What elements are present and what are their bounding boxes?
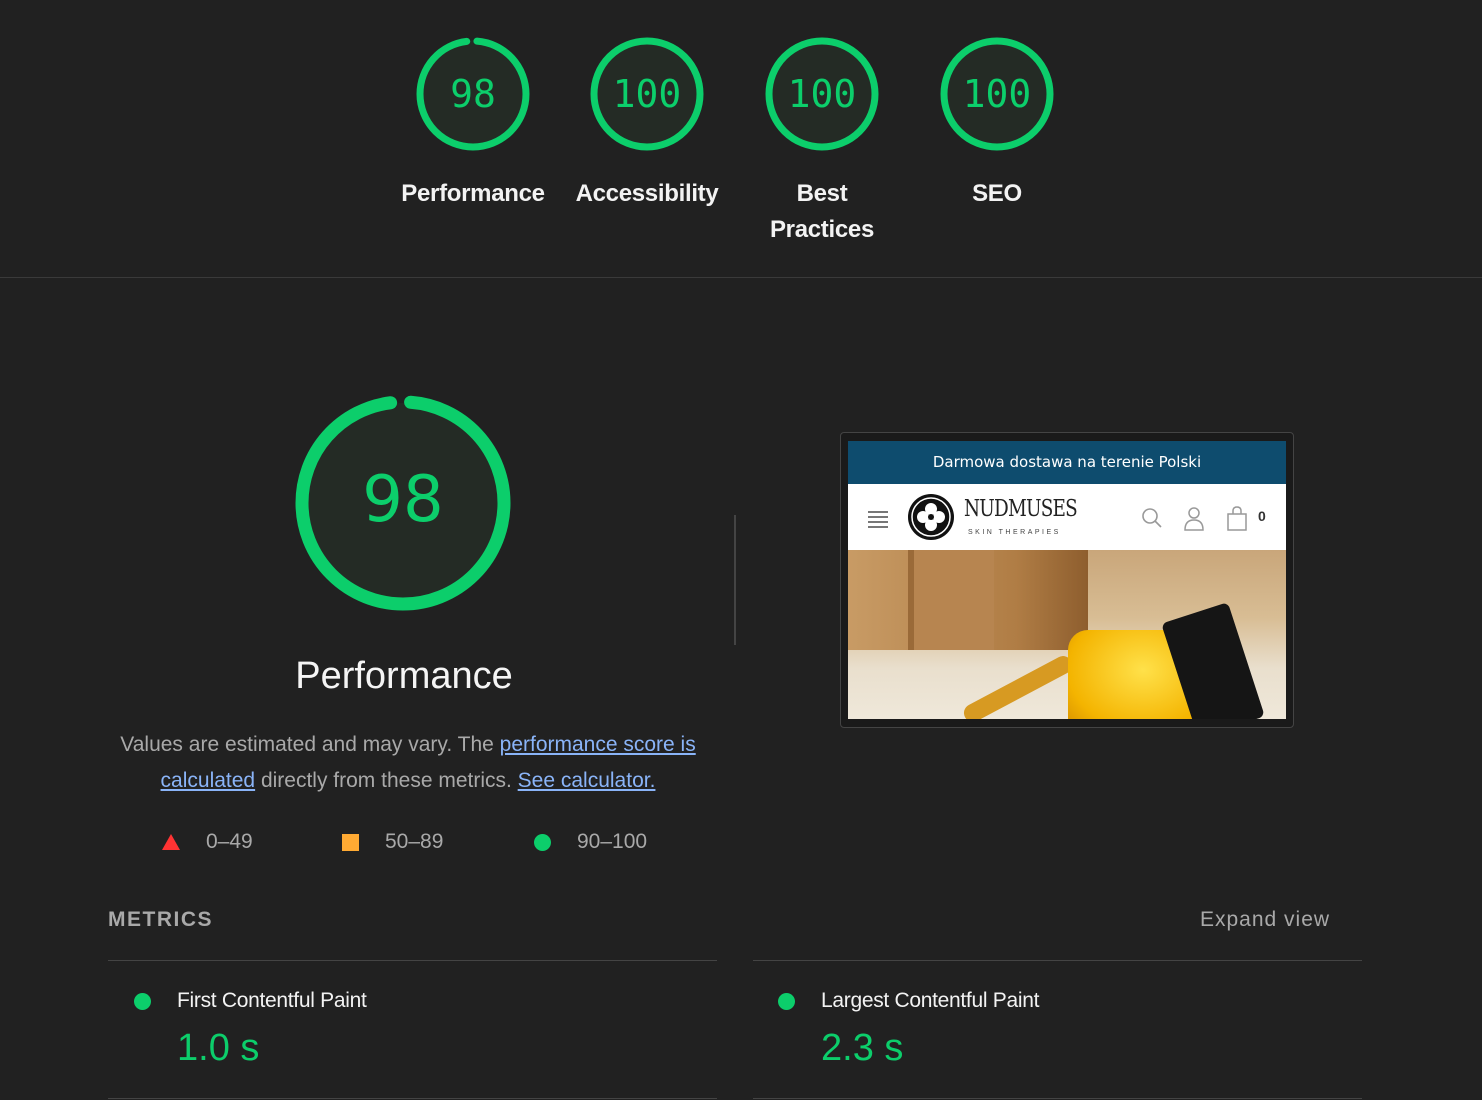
metric-label: Largest Contentful Paint [821,989,1040,1012]
menu-icon [868,511,888,531]
metrics-divider [753,1098,1362,1099]
hero-image [848,550,1286,719]
legend-pass: 90–100 [534,830,647,854]
gauge-accessibility[interactable]: 100 Accessibility [567,34,727,212]
metric-label: First Contentful Paint [177,989,367,1012]
gauge-seo[interactable]: 100 SEO [917,34,1077,212]
metrics-heading: METRICS [108,908,213,931]
screenshot-page: Darmowa dostawa na terenie Polski NUDMUS… [848,441,1286,719]
user-icon [1184,507,1204,531]
score-ring: 98 [416,37,530,151]
score-value: 100 [788,72,857,116]
final-screenshot[interactable]: Darmowa dostawa na terenie Polski NUDMUS… [840,432,1294,728]
cart-count: 0 [1258,508,1266,524]
metrics-divider [753,960,1362,961]
performance-score: 98 [362,463,443,537]
description-text: Values are estimated and may vary. The [120,733,500,756]
description-text: directly from these metrics. [255,769,518,792]
metrics-divider [108,1098,717,1099]
legend-range: 0–49 [206,830,253,853]
score-value: 100 [613,72,682,116]
metric-value: 1.0 s [177,1027,260,1069]
legend-range: 90–100 [577,830,648,853]
wooden-box-edge [908,550,994,650]
triangle-icon [162,834,180,850]
gauge-best-practices[interactable]: 100 Best Practices [742,34,902,248]
logo-icon [908,494,954,540]
category-label: Accessibility [575,180,719,207]
legend-average: 50–89 [342,830,443,854]
category-label: Performance [401,180,545,207]
score-ring: 100 [590,37,704,151]
score-value: 98 [450,72,496,116]
pass-circle-icon [134,993,151,1010]
search-icon [1142,508,1162,528]
brand-tagline: SKIN THERAPIES [968,529,1061,536]
score-ring: 98 [295,395,511,611]
spatula [960,652,1076,719]
circle-icon [534,833,551,851]
legend-range: 50–89 [385,830,444,853]
performance-title: Performance [295,655,513,697]
legend-fail: 0–49 [162,830,253,854]
square-icon [342,833,359,851]
see-calculator-link[interactable]: See calculator. [518,769,656,792]
performance-gauge: 98 [293,393,513,618]
gauge-performance[interactable]: 98 Performance [393,34,553,212]
pass-circle-icon [778,993,795,1010]
metrics-divider [108,960,717,961]
brand-name: NUDMUSES [964,496,1078,522]
score-ring: 100 [765,37,879,151]
category-label: SEO [972,180,1022,207]
category-scores: 98 Performance 100 Accessibility 100 Bes… [0,0,1482,278]
performance-description: Values are estimated and may vary. The p… [108,727,708,799]
vertical-divider [734,515,736,645]
metric-value: 2.3 s [821,1027,904,1069]
cart-icon [1227,506,1247,531]
score-value: 100 [963,72,1032,116]
site-header: NUDMUSES SKIN THERAPIES 0 [848,484,1286,550]
category-label: Best Practices [769,180,875,243]
score-ring: 100 [940,37,1054,151]
expand-view-toggle[interactable]: Expand view [1200,908,1330,932]
promo-banner: Darmowa dostawa na terenie Polski [848,441,1286,484]
